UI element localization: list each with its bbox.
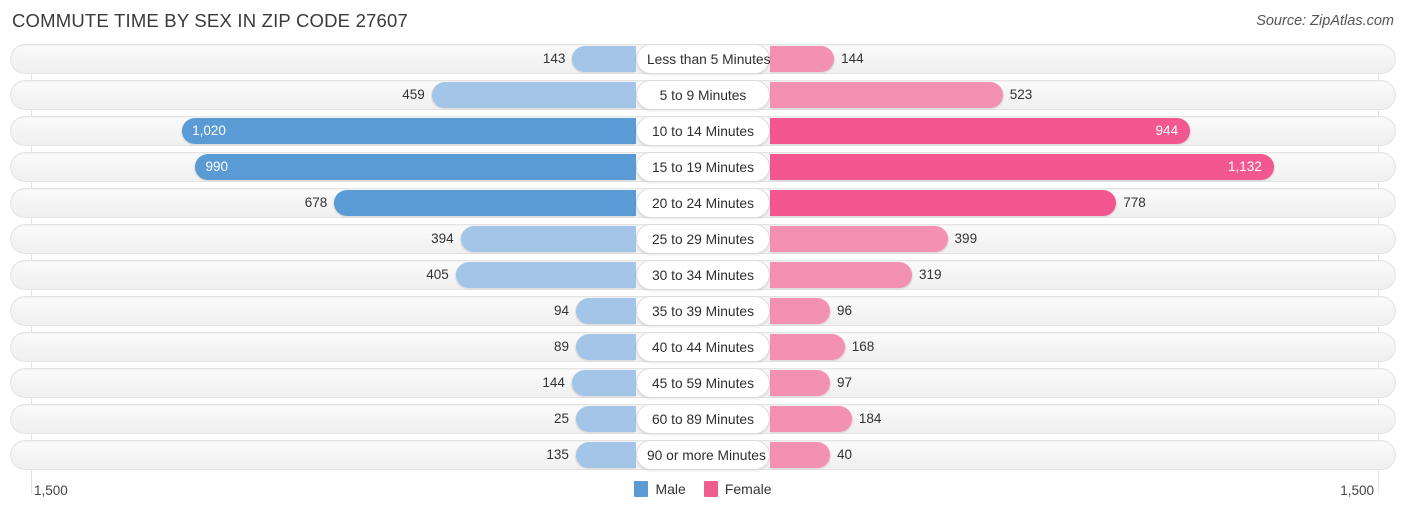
chart-footer: 1,500 Male Female 1,500	[10, 476, 1396, 516]
bar-value-male: 94	[553, 302, 569, 318]
bar-male[interactable]: 25	[554, 405, 636, 433]
bar-value-female: 96	[837, 302, 853, 318]
legend-label-male: Male	[655, 481, 686, 497]
bar-value-male: 405	[426, 266, 449, 282]
bar-row: 143 144 Less than 5 Minutes	[10, 44, 1396, 75]
category-label-pill: 15 to 19 Minutes	[636, 151, 770, 183]
bar-male[interactable]: 89	[554, 333, 636, 361]
bar-male[interactable]: 144	[542, 369, 636, 397]
bar-row: 135 40 90 or more Minutes	[10, 439, 1396, 471]
category-label-pill: 5 to 9 Minutes	[636, 79, 770, 111]
bar-row: 1,020 944 10 to 14 Minutes	[10, 115, 1396, 147]
category-label-pill: 90 or more Minutes	[636, 439, 770, 471]
bar-female[interactable]: 184	[770, 405, 881, 433]
bar-female[interactable]: 944	[770, 117, 1191, 145]
bar-female[interactable]: 40	[770, 441, 852, 469]
bar-value-female: 944	[1155, 122, 1179, 138]
bar-value-female: 319	[918, 266, 942, 282]
axis-max-right: 1,500	[1340, 483, 1374, 498]
category-label-pill: Less than 5 Minutes	[636, 44, 770, 75]
bar-value-female: 399	[954, 230, 978, 246]
bar-row: 459 523 5 to 9 Minutes	[10, 79, 1396, 111]
bar-value-female: 523	[1009, 86, 1033, 102]
bar-row: 394 399 25 to 29 Minutes	[10, 223, 1396, 255]
bar-value-male: 394	[431, 230, 454, 246]
bar-row: 678 778 20 to 24 Minutes	[10, 187, 1396, 219]
bar-value-female: 778	[1123, 194, 1146, 210]
category-label-pill: 25 to 29 Minutes	[636, 223, 770, 255]
legend-swatch-female-icon	[703, 481, 718, 497]
bar-male[interactable]: 135	[546, 441, 636, 469]
chart-plot-area: 143 144 Less than 5 Minutes 459 523 5 to 9 Mi…	[10, 44, 1396, 494]
category-label-pill: 30 to 34 Minutes	[636, 259, 770, 291]
legend-item-male[interactable]: Male	[634, 481, 686, 497]
bar-value-female: 168	[851, 338, 875, 354]
bar-rows-container: 143 144 Less than 5 Minutes 459 523 5 to 9 Mi…	[10, 44, 1396, 471]
category-label-pill: 40 to 44 Minutes	[636, 331, 770, 363]
bar-value-female: 40	[837, 446, 853, 462]
bar-value-female: 184	[858, 410, 882, 426]
legend-label-female: Female	[724, 481, 772, 497]
category-label-pill: 60 to 89 Minutes	[636, 403, 770, 435]
bar-row: 89 168 40 to 44 Minutes	[10, 331, 1396, 363]
source-attribution: Source: ZipAtlas.com	[1256, 13, 1394, 29]
bar-value-female: 97	[837, 374, 853, 390]
bar-value-male: 89	[553, 338, 569, 354]
legend-swatch-male-icon	[634, 481, 649, 497]
category-label-pill: 20 to 24 Minutes	[636, 187, 770, 219]
bar-row: 25 184 60 to 89 Minutes	[10, 403, 1396, 435]
bar-male[interactable]: 143	[543, 46, 636, 73]
bar-male[interactable]: 678	[305, 189, 636, 217]
bar-female[interactable]: 1,132	[770, 153, 1274, 181]
bar-male[interactable]: 990	[195, 153, 636, 181]
bar-value-male: 143	[542, 51, 566, 66]
category-label-pill: 35 to 39 Minutes	[636, 295, 770, 327]
bar-value-male: 459	[402, 86, 425, 102]
bar-female[interactable]: 319	[770, 261, 941, 289]
bar-male[interactable]: 94	[554, 297, 636, 325]
bar-male[interactable]: 405	[426, 261, 636, 289]
bar-male[interactable]: 459	[402, 81, 636, 109]
bar-value-male: 990	[205, 158, 228, 174]
bar-female[interactable]: 144	[770, 46, 864, 73]
legend-item-female[interactable]: Female	[703, 481, 772, 497]
bar-female[interactable]: 96	[770, 297, 852, 325]
bar-value-male: 1,020	[192, 122, 226, 138]
bar-value-male: 678	[304, 194, 328, 210]
bar-row: 405 319 30 to 34 Minutes	[10, 259, 1396, 291]
page-title: COMMUTE TIME BY SEX IN ZIP CODE 27607	[12, 10, 409, 31]
category-label-pill: 45 to 59 Minutes	[636, 367, 770, 399]
bar-female[interactable]: 97	[770, 369, 852, 397]
bar-row: 144 97 45 to 59 Minutes	[10, 367, 1396, 399]
bar-value-male: 25	[553, 410, 569, 426]
bar-row: 94 96 35 to 39 Minutes	[10, 295, 1396, 327]
bar-value-male: 144	[542, 374, 565, 390]
category-label-pill: 10 to 14 Minutes	[636, 115, 770, 147]
bar-female[interactable]: 399	[770, 225, 977, 253]
bar-value-female: 144	[841, 51, 864, 66]
bar-row: 990 1,132 15 to 19 Minutes	[10, 151, 1396, 183]
bar-male[interactable]: 1,020	[182, 117, 636, 145]
bar-female[interactable]: 168	[770, 333, 874, 361]
bar-value-female: 1,132	[1227, 158, 1262, 174]
chart-header: COMMUTE TIME BY SEX IN ZIP CODE 27607 So…	[0, 0, 1406, 44]
bar-male[interactable]: 394	[431, 225, 636, 253]
bar-value-male: 135	[546, 446, 569, 462]
chart-legend: Male Female	[10, 481, 1396, 497]
bar-female[interactable]: 523	[770, 81, 1032, 109]
bar-female[interactable]: 778	[770, 189, 1146, 217]
